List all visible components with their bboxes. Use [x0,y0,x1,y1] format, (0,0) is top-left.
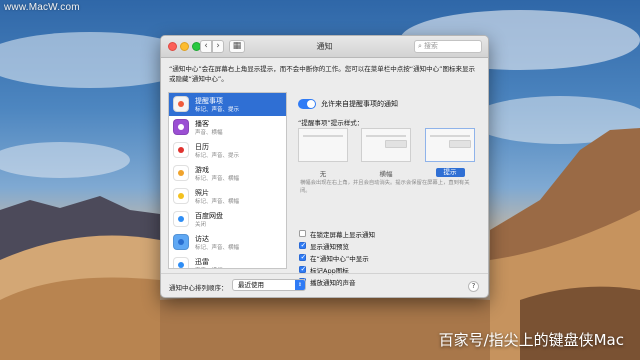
option-label: 在锁定屏幕上显示通知 [310,231,375,239]
option-label: 在“通知中心”中显示 [310,255,369,263]
app-notification-summary: 声音、横幅 [195,130,223,136]
description-text: “通知中心”会在屏幕右上角显示提示，而不会中断你的工作。您可以在菜单栏中点按“通… [169,65,475,83]
app-list[interactable]: 提醒事项 标记、声音、提示 播客 声音、横幅 日历 标记、声音、提示 游戏 标记、声音、横幅照… [168,92,287,269]
footer-divider [161,273,488,274]
style-alert-option[interactable] [425,128,475,162]
podcasts-icon [173,119,189,135]
title-bar: ‹ › ▦ 通知 ⌕ 搜索 [161,36,488,58]
allow-notifications-toggle[interactable] [298,99,316,109]
help-button[interactable]: ? [468,281,479,292]
reminders-icon [173,96,189,112]
photos-icon [173,188,189,204]
app-list-item[interactable]: 播客 声音、横幅 [169,116,286,139]
baidu-netdisk-icon [173,211,189,227]
thunder-icon [173,257,189,268]
sort-order-select[interactable]: 最近使用 ⇕ [232,279,306,291]
style-none-option[interactable] [298,128,348,162]
app-list-item[interactable]: 照片 标记、声音、横幅 [169,185,286,208]
style-hint-text: 横幅会出现在右上角，并且会自动消失。提示会保留在屏幕上，直到有关闭。 [300,180,470,194]
style-banner-option[interactable] [361,128,411,162]
sort-order-label: 通知中心排列顺序： [169,284,228,292]
app-notification-summary: 标记、声音、提示 [195,107,240,113]
app-list-item[interactable]: 游戏 标记、声音、横幅 [169,162,286,185]
app-notification-summary: 标记、声音、横幅 [195,176,240,182]
app-notification-summary: 声音、横幅 [195,266,223,268]
style-alert-label: 提示 [425,168,475,177]
app-list-item[interactable]: 日历 标记、声音、提示 [169,139,286,162]
app-list-item[interactable]: 迅雷声音、横幅 [169,254,286,268]
style-alert-selected: 提示 [435,168,465,177]
notifications-window: ‹ › ▦ 通知 ⌕ 搜索 “通知中心”会在屏幕右上角显示提示，而不会中断你的工作… [160,35,489,298]
app-notification-summary: 关闭 [195,222,207,228]
app-notification-summary: 标记、声音、横幅 [195,199,240,205]
chevron-updown-icon: ⇕ [295,280,305,290]
watermark-top: www.MacW.com [4,2,80,13]
search-placeholder: 搜索 [423,42,438,50]
app-notification-summary: 标记、声音、横幅 [195,245,240,251]
option-label: 播放通知的声音 [310,279,356,287]
sort-order-value: 最近使用 [238,281,264,289]
app-list-item[interactable]: 提醒事项 标记、声音、提示 [169,93,286,116]
option-label: 显示通知预览 [310,243,349,251]
calendar-icon [173,142,189,158]
allow-notifications-label: 允许来自提醒事项的通知 [321,100,398,108]
style-none-label: 无 [319,170,327,178]
alert-style-label: “提醒事项”提示样式： [298,119,364,127]
checkbox-checked-icon[interactable] [299,265,306,273]
search-input[interactable]: ⌕ 搜索 [414,40,482,53]
search-icon: ⌕ [418,42,422,50]
style-banner-label: 横幅 [379,170,393,178]
finder-icon [173,234,189,250]
game-center-icon [173,165,189,181]
checkbox-unchecked-icon[interactable] [299,230,306,237]
watermark-bottom: 百家号/指尖上的键盘侠Mac [438,331,624,349]
app-list-item[interactable]: 百度网盘 关闭 [169,208,286,231]
checkbox-checked-icon[interactable] [299,253,306,261]
app-list-item[interactable]: 访达 标记、声音、横幅 [169,231,286,254]
app-notification-summary: 标记、声音、提示 [195,153,240,159]
checkbox-checked-icon[interactable] [299,241,306,249]
